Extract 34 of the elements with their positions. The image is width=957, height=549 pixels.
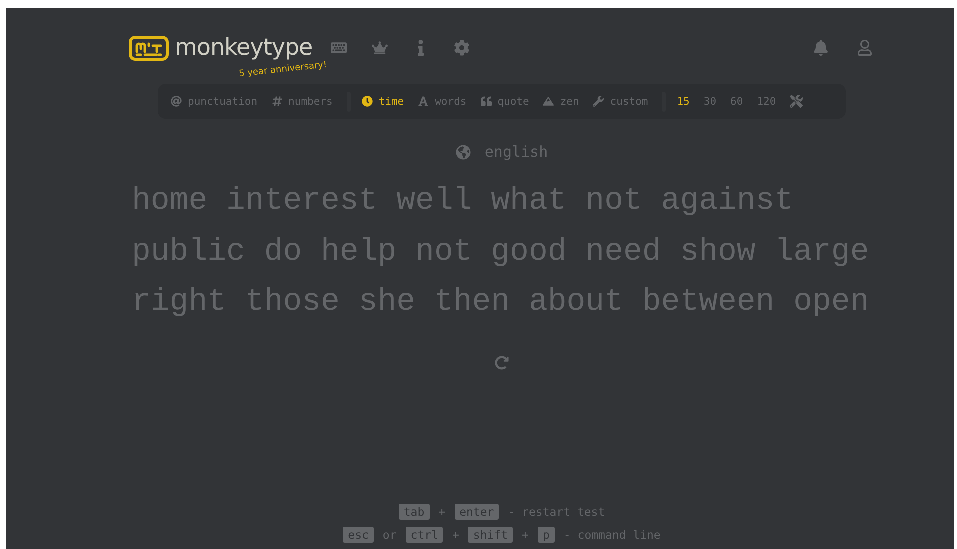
crown-icon[interactable] — [372, 40, 388, 56]
config-option[interactable]: zen — [543, 96, 580, 108]
restart-button[interactable] — [495, 356, 509, 370]
config-option[interactable]: punctuation — [171, 96, 258, 108]
tools-button[interactable] — [790, 95, 804, 108]
config-option[interactable]: custom — [593, 96, 648, 108]
wrench-icon — [593, 96, 604, 107]
hint-text: + — [438, 504, 446, 520]
at-sign-icon — [171, 96, 182, 107]
globe-icon — [456, 144, 471, 160]
config-option[interactable]: 120 — [757, 96, 776, 108]
keyboard-logo-icon — [129, 36, 169, 60]
tools-icon — [790, 95, 804, 108]
letter-icon — [418, 96, 430, 107]
hint-text: + — [522, 527, 529, 543]
logo-title[interactable]: monkeytype — [175, 35, 313, 61]
user-icon[interactable] — [857, 40, 873, 56]
logo-subtitle: 5 year anniversary! — [238, 60, 328, 80]
config-option[interactable]: quote — [480, 96, 530, 108]
hint-text: + — [452, 527, 460, 543]
config-option[interactable]: 15 — [677, 96, 690, 108]
config-option[interactable]: numbers — [272, 96, 333, 108]
mountain-icon — [543, 96, 554, 107]
config-option[interactable]: words — [418, 96, 467, 108]
keyboard-icon[interactable] — [330, 40, 347, 56]
config-option[interactable]: time — [362, 96, 404, 108]
config-option[interactable]: 60 — [730, 96, 744, 108]
settings-icon[interactable] — [454, 40, 470, 56]
clock-icon — [362, 96, 373, 107]
quote-icon — [480, 96, 492, 107]
hash-icon — [272, 96, 283, 107]
bell-icon[interactable] — [813, 40, 829, 56]
config-option[interactable]: 30 — [704, 96, 717, 108]
restart-icon — [495, 356, 509, 370]
